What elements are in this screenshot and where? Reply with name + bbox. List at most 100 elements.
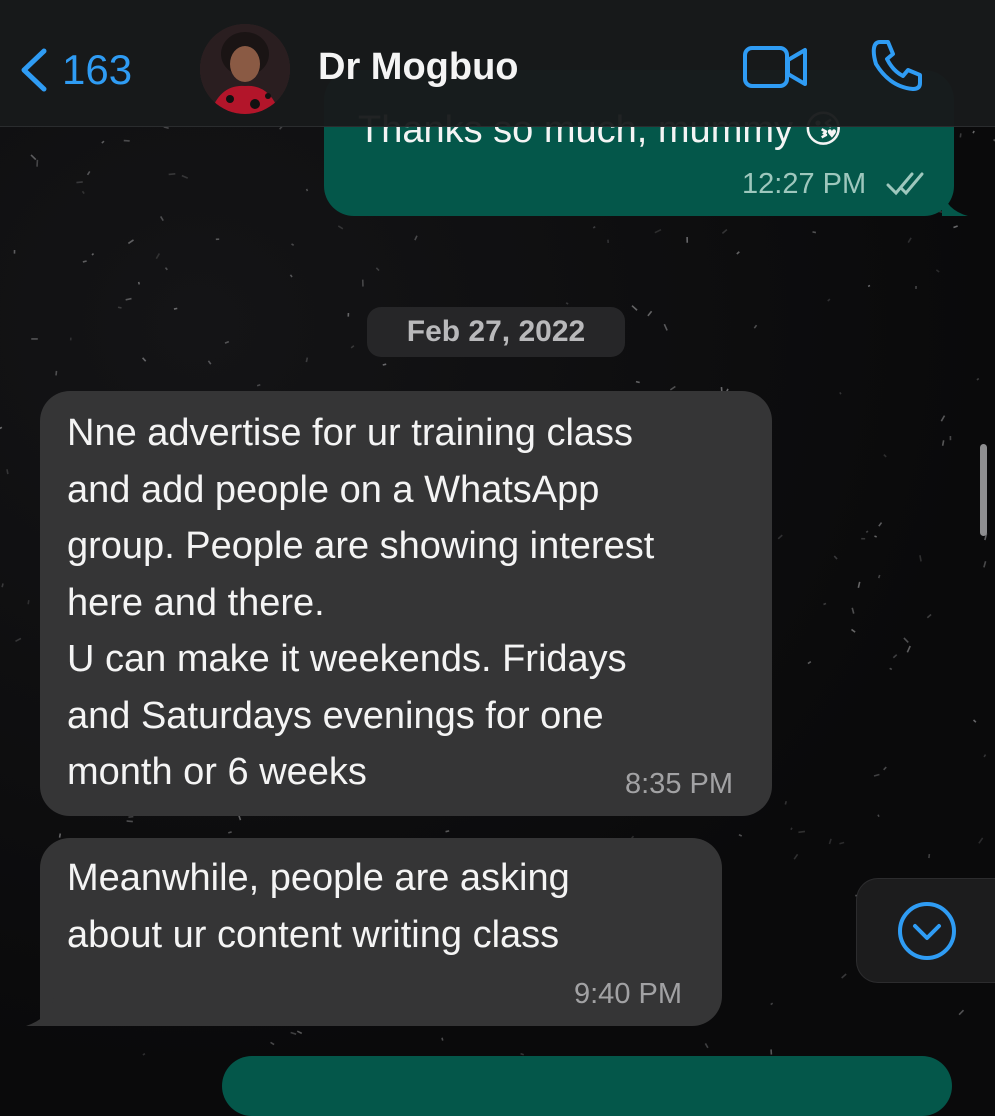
wallpaper-speck [292, 244, 294, 245]
wallpaper-speck [979, 838, 983, 843]
wallpaper-speck [383, 364, 386, 365]
wallpaper-speck [156, 253, 159, 258]
wallpaper-speck [351, 346, 354, 348]
wallpaper-speck [376, 268, 379, 271]
wallpaper-speck [127, 821, 133, 822]
wallpaper-speck [446, 831, 450, 832]
wallpaper-speck [884, 455, 886, 457]
wallpaper-speck [785, 801, 786, 804]
wallpaper-speck [161, 216, 164, 220]
wallpaper-speck [2, 583, 3, 587]
wallpaper-speck [291, 1032, 297, 1034]
wallpaper-speck [959, 1010, 963, 1014]
wallpaper-speck [812, 232, 815, 233]
wallpaper-speck [415, 236, 417, 240]
message-bubble-incoming[interactable]: Meanwhile, people are asking about ur co… [40, 838, 722, 1026]
wallpaper-speck [705, 1043, 708, 1047]
video-call-button[interactable] [742, 40, 810, 99]
chevron-down-circle-icon [897, 901, 957, 966]
wallpaper-speck [941, 416, 944, 422]
message-bubble-outgoing[interactable] [222, 1056, 952, 1116]
wallpaper-speck [271, 1042, 275, 1044]
video-camera-icon [742, 81, 810, 98]
wallpaper-speck [794, 854, 797, 859]
wallpaper-speck [566, 303, 568, 304]
wallpaper-speck [128, 817, 133, 818]
wallpaper-speck [521, 1054, 524, 1055]
voice-call-button[interactable] [868, 36, 926, 99]
wallpaper-speck [225, 342, 229, 344]
wallpaper-speck [92, 254, 93, 255]
wallpaper-speck [15, 638, 20, 641]
contact-name[interactable]: Dr Mogbuo [318, 46, 519, 89]
message-time: 8:35 PM [625, 768, 733, 801]
wallpaper-speck [118, 307, 122, 308]
bubble-tail [26, 998, 54, 1026]
wallpaper-speck [31, 155, 36, 160]
wallpaper-speck [874, 774, 879, 775]
scrollbar[interactable] [980, 444, 987, 536]
wallpaper-speck [257, 385, 260, 386]
wallpaper-speck [76, 182, 82, 183]
wallpaper-speck [829, 839, 831, 844]
wallpaper-speck [960, 133, 961, 137]
date-separator: Feb 27, 2022 [367, 307, 625, 357]
wallpaper-speck [297, 1031, 301, 1033]
wallpaper-speck [778, 535, 782, 539]
wallpaper-speck [874, 536, 876, 537]
wallpaper-speck [655, 230, 661, 233]
wallpaper-speck [722, 230, 726, 234]
wallpaper-speck [28, 600, 29, 604]
wallpaper-speck [169, 174, 176, 175]
wallpaper-speck [974, 720, 976, 722]
wallpaper-speck [868, 285, 870, 286]
wallpaper-speck [88, 171, 90, 174]
wallpaper-speck [920, 555, 921, 561]
wallpaper-speck [632, 306, 637, 311]
message-bubble-incoming[interactable]: Nne advertise for ur training class and … [40, 391, 772, 816]
wallpaper-speck [228, 832, 231, 833]
wallpaper-speck [907, 646, 910, 652]
wallpaper-speck [893, 655, 896, 658]
wallpaper-speck [936, 270, 939, 272]
bubble-tail [942, 190, 968, 216]
unread-count: 163 [62, 46, 132, 94]
wallpaper-speck [828, 299, 830, 301]
wallpaper-speck [890, 668, 892, 669]
scroll-to-bottom-button[interactable] [856, 878, 995, 983]
wallpaper-speck [908, 238, 911, 243]
wallpaper-speck [670, 386, 675, 389]
wallpaper-speck [754, 325, 756, 328]
wallpaper-speck [306, 358, 307, 363]
wallpaper-speck [143, 358, 146, 361]
wallpaper-speck [858, 582, 859, 588]
wallpaper-speck [771, 1003, 773, 1004]
avatar[interactable] [200, 24, 290, 114]
wallpaper-speck [840, 392, 841, 394]
wallpaper-speck [973, 131, 974, 133]
wallpaper-speck [823, 604, 826, 605]
wallpaper-speck [851, 629, 855, 632]
wallpaper-speck [808, 662, 811, 664]
wallpaper-speck [977, 379, 979, 380]
wallpaper-speck [182, 176, 188, 179]
wallpaper-speck [953, 226, 957, 227]
wallpaper-speck [739, 835, 742, 836]
wallpaper-speck [60, 833, 61, 837]
chevron-left-icon [18, 47, 48, 93]
wallpaper-speck [128, 240, 133, 244]
wallpaper-speck [290, 275, 292, 277]
wallpaper-speck [7, 469, 8, 474]
wallpaper-speck [852, 608, 854, 614]
message-time: 12:27 PM [742, 168, 866, 201]
wallpaper-speck [593, 227, 595, 228]
wallpaper-speck [834, 556, 837, 559]
wallpaper-speck [879, 523, 882, 527]
wallpaper-speck [164, 127, 169, 128]
wallpaper-speck [878, 815, 879, 817]
back-button[interactable]: 163 [18, 40, 132, 100]
wallpaper-speck [338, 226, 343, 229]
wallpaper-speck [174, 308, 177, 309]
wallpaper-speck [943, 440, 944, 445]
wallpaper-speck [927, 614, 931, 617]
